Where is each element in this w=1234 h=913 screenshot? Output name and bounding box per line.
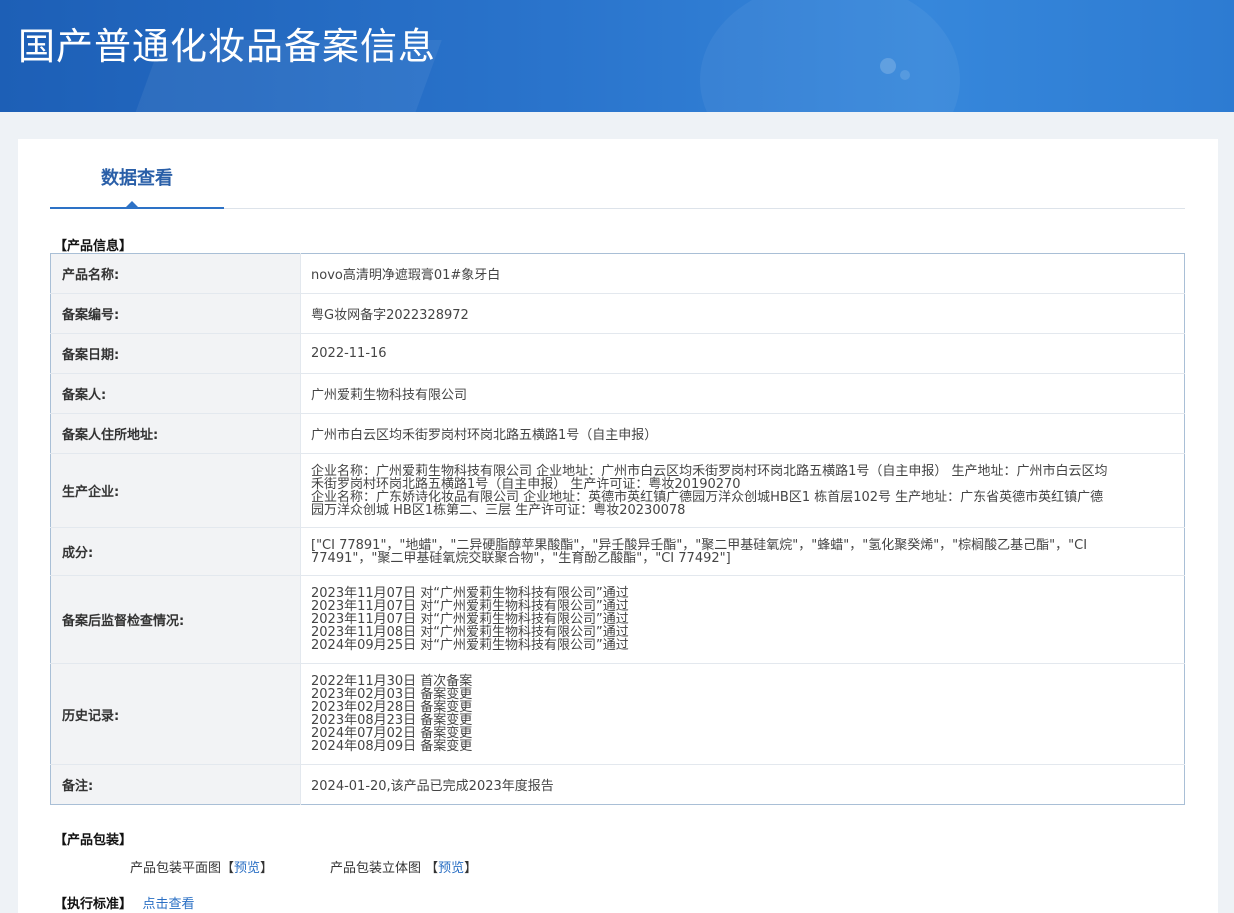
- field-label: 备案人:: [50, 373, 301, 414]
- field-value-inspection: 2023年11月07日 对“广州爱莉生物科技有限公司”通过 2023年11月07…: [300, 575, 1185, 664]
- section-title-product-info: 【产品信息】: [54, 239, 133, 254]
- table-row: 产品名称: novo高清明净遮瑕膏01#象牙白: [50, 253, 1185, 294]
- field-label: 产品名称:: [50, 253, 301, 294]
- section-label: 【执行标准】: [54, 897, 133, 912]
- tab-bar: 数据查看: [50, 139, 1185, 209]
- packaging-flat: 产品包装平面图【预览】: [130, 857, 273, 876]
- table-row: 历史记录: 2022年11月30日 首次备案 2023年02月03日 备案变更 …: [50, 663, 1185, 765]
- table-row: 备案人: 广州爱莉生物科技有限公司: [50, 373, 1185, 414]
- packaging-flat-label: 产品包装平面图: [130, 861, 222, 876]
- field-value-record-number: 粤G妆网备字2022328972: [300, 293, 1185, 334]
- field-label: 备案人住所地址:: [50, 413, 301, 454]
- field-value-product-name: novo高清明净遮瑕膏01#象牙白: [300, 253, 1185, 294]
- packaging-solid: 产品包装立体图 【预览】: [330, 857, 477, 876]
- text-line: 园万洋众创城 HB区1栋第二、三层 生产许可证：粤妆20230078: [311, 502, 686, 518]
- field-label: 备案日期:: [50, 333, 301, 374]
- bracket: 【: [221, 861, 235, 876]
- field-label: 备注:: [50, 764, 301, 805]
- bracket: 】: [260, 861, 274, 876]
- bracket: 】: [464, 861, 478, 876]
- content-card: 数据查看 【产品信息】 产品名称: novo高清明净遮瑕膏01#象牙白 备案编号…: [18, 139, 1218, 913]
- banner-dot: [900, 70, 910, 80]
- section-title-standard: 【执行标准】 点击查看: [54, 893, 195, 912]
- text-line: 企业名称：广州爱莉生物科技有限公司 企业地址：广州市白云区均禾街罗岗村环岗北路五…: [311, 463, 1108, 479]
- tab-data-view[interactable]: 数据查看: [50, 139, 224, 209]
- bracket: 【: [425, 861, 439, 876]
- table-row: 备注: 2024-01-20,该产品已完成2023年度报告: [50, 764, 1185, 805]
- field-label: 生产企业:: [50, 453, 301, 528]
- preview-solid-link[interactable]: 预览: [438, 861, 464, 876]
- text-line: ["CI 77891"，"地蜡"，"二异硬脂醇苹果酸酯"，"异壬酸异壬酯"，"聚…: [311, 537, 1088, 553]
- packaging-solid-label: 产品包装立体图: [330, 861, 426, 876]
- text-line: 禾街罗岗村环岗北路五横路1号（自主申报） 生产许可证：粤妆20190270: [311, 476, 741, 492]
- header-banner: 国产普通化妆品备案信息: [0, 0, 1234, 112]
- field-label: 备案编号:: [50, 293, 301, 334]
- product-info-table: 产品名称: novo高清明净遮瑕膏01#象牙白 备案编号: 粤G妆网备字2022…: [50, 253, 1185, 805]
- text-line: 企业名称：广东娇诗化妆品有限公司 企业地址：英德市英红镇广德园万洋众创城HB区1…: [311, 489, 1104, 505]
- text-line: 2024年09月25日 对“广州爱莉生物科技有限公司”通过: [311, 638, 629, 653]
- table-row: 备案编号: 粤G妆网备字2022328972: [50, 293, 1185, 334]
- field-value-ingredients: ["CI 77891"，"地蜡"，"二异硬脂醇苹果酸酯"，"异壬酸异壬酯"，"聚…: [300, 527, 1185, 576]
- preview-flat-link[interactable]: 预览: [234, 861, 260, 876]
- field-value-remarks: 2024-01-20,该产品已完成2023年度报告: [311, 779, 554, 794]
- banner-decoration: [700, 0, 960, 112]
- table-row: 生产企业: 企业名称：广州爱莉生物科技有限公司 企业地址：广州市白云区均禾街罗岗…: [50, 453, 1185, 528]
- table-row: 备案日期: 2022-11-16: [50, 333, 1185, 374]
- field-value-address: 广州市白云区均禾街罗岗村环岗北路五横路1号（自主申报）: [300, 413, 1185, 454]
- table-row: 备案后监督检查情况: 2023年11月07日 对“广州爱莉生物科技有限公司”通过…: [50, 575, 1185, 664]
- page-title: 国产普通化妆品备案信息: [18, 25, 436, 68]
- text-line: 2024年08月09日 备案变更: [311, 739, 473, 754]
- banner-dot: [880, 58, 896, 74]
- field-label: 成分:: [50, 527, 301, 576]
- field-label: 历史记录:: [50, 663, 301, 765]
- view-standard-link[interactable]: 点击查看: [143, 897, 195, 912]
- field-label: 备案后监督检查情况:: [50, 575, 301, 664]
- field-value-registrant: 广州爱莉生物科技有限公司: [300, 373, 1185, 414]
- field-value-record-date: 2022-11-16: [300, 333, 1185, 374]
- section-title-packaging: 【产品包装】: [54, 833, 133, 848]
- table-row: 成分: ["CI 77891"，"地蜡"，"二异硬脂醇苹果酸酯"，"异壬酸异壬酯…: [50, 527, 1185, 576]
- table-row: 备案人住所地址: 广州市白云区均禾街罗岗村环岗北路五横路1号（自主申报）: [50, 413, 1185, 454]
- field-value-manufacturer: 企业名称：广州爱莉生物科技有限公司 企业地址：广州市白云区均禾街罗岗村环岗北路五…: [300, 453, 1185, 528]
- tab-caret-icon: [126, 201, 138, 207]
- field-value-history: 2022年11月30日 首次备案 2023年02月03日 备案变更 2023年0…: [300, 663, 1185, 765]
- tab-label: 数据查看: [101, 168, 173, 189]
- text-line: 77491"，"聚二甲基硅氧烷交联聚合物"，"生育酚乙酸酯"，"CI 77492…: [311, 550, 731, 566]
